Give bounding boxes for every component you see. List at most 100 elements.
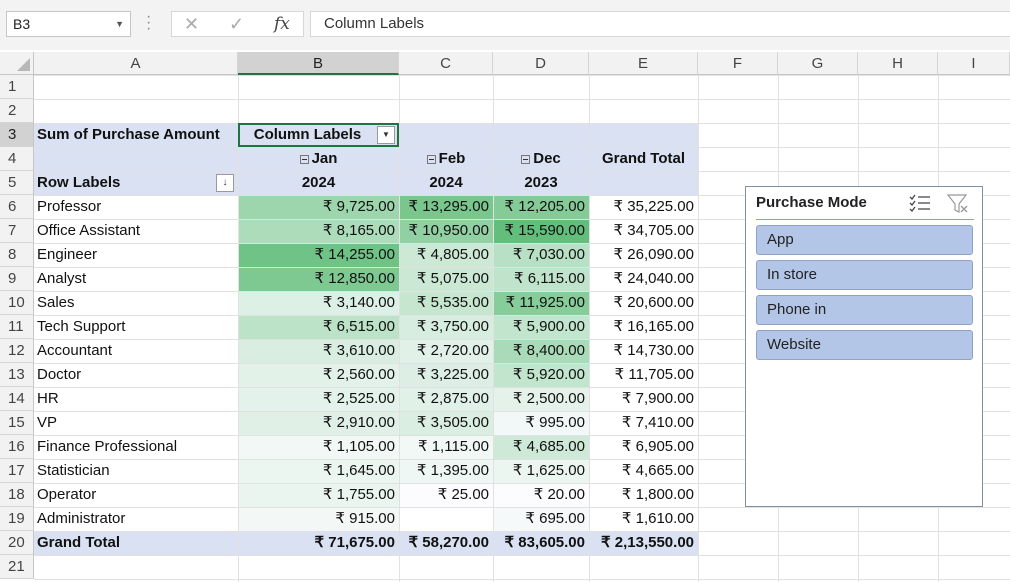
column-header-i[interactable]: I (938, 52, 1010, 75)
row-header-14[interactable]: 14 (0, 387, 34, 411)
row-label[interactable]: VP (34, 411, 238, 435)
row-header-15[interactable]: 15 (0, 411, 34, 435)
slicer-item-phone-in[interactable]: Phone in (756, 295, 973, 325)
clear-filter-icon[interactable] (946, 193, 970, 213)
row-label[interactable]: Engineer (34, 243, 238, 267)
value-cell[interactable]: ₹ 25.00 (399, 483, 493, 507)
grand-total-overall[interactable]: ₹ 2,13,550.00 (589, 531, 698, 555)
value-cell[interactable]: ₹ 995.00 (493, 411, 589, 435)
collapse-icon[interactable] (299, 154, 309, 164)
row-header-9[interactable]: 9 (0, 267, 34, 291)
value-cell[interactable]: ₹ 3,225.00 (399, 363, 493, 387)
value-cell[interactable]: ₹ 2,500.00 (493, 387, 589, 411)
value-cell[interactable]: ₹ 1,105.00 (238, 435, 399, 459)
row-header-21[interactable]: 21 (0, 555, 34, 579)
value-cell[interactable]: ₹ 915.00 (238, 507, 399, 531)
value-cell[interactable]: ₹ 2,720.00 (399, 339, 493, 363)
value-cell[interactable]: ₹ 1,115.00 (399, 435, 493, 459)
column-header-g[interactable]: G (778, 52, 858, 75)
row-header-19[interactable]: 19 (0, 507, 34, 531)
slicer-item-in-store[interactable]: In store (756, 260, 973, 290)
grand-total-cell[interactable]: ₹ 58,270.00 (399, 531, 493, 555)
row-header-11[interactable]: 11 (0, 315, 34, 339)
value-cell[interactable]: ₹ 11,925.00 (493, 291, 589, 315)
column-header-f[interactable]: F (698, 52, 778, 75)
row-label[interactable]: Analyst (34, 267, 238, 291)
collapse-icon[interactable] (426, 154, 436, 164)
row-header-10[interactable]: 10 (0, 291, 34, 315)
row-header-13[interactable]: 13 (0, 363, 34, 387)
value-cell[interactable]: ₹ 1,645.00 (238, 459, 399, 483)
value-cell[interactable]: ₹ 695.00 (493, 507, 589, 531)
row-total-cell[interactable]: ₹ 1,800.00 (589, 483, 698, 507)
chevron-down-icon[interactable]: ▼ (115, 12, 124, 36)
row-total-cell[interactable]: ₹ 1,610.00 (589, 507, 698, 531)
column-header-h[interactable]: H (858, 52, 938, 75)
value-cell[interactable]: ₹ 12,850.00 (238, 267, 399, 291)
row-total-cell[interactable]: ₹ 14,730.00 (589, 339, 698, 363)
grand-total-cell[interactable]: ₹ 71,675.00 (238, 531, 399, 555)
value-cell[interactable]: ₹ 3,140.00 (238, 291, 399, 315)
row-total-cell[interactable]: ₹ 35,225.00 (589, 195, 698, 219)
column-header-c[interactable]: C (399, 52, 493, 75)
row-label[interactable]: HR (34, 387, 238, 411)
value-cell[interactable]: ₹ 6,115.00 (493, 267, 589, 291)
row-header-6[interactable]: 6 (0, 195, 34, 219)
value-cell[interactable]: ₹ 12,205.00 (493, 195, 589, 219)
value-cell[interactable]: ₹ 2,525.00 (238, 387, 399, 411)
row-label[interactable]: Operator (34, 483, 238, 507)
cancel-icon[interactable]: ✕ (184, 14, 199, 35)
month-header-dec[interactable]: Dec (493, 147, 589, 171)
value-cell[interactable]: ₹ 14,255.00 (238, 243, 399, 267)
row-header-5[interactable]: 5 (0, 171, 34, 195)
row-label[interactable]: Finance Professional (34, 435, 238, 459)
row-total-cell[interactable]: ₹ 26,090.00 (589, 243, 698, 267)
row-total-cell[interactable]: ₹ 20,600.00 (589, 291, 698, 315)
multi-select-icon[interactable] (908, 193, 932, 213)
row-total-cell[interactable]: ₹ 16,165.00 (589, 315, 698, 339)
value-cell[interactable]: ₹ 5,900.00 (493, 315, 589, 339)
row-header-1[interactable]: 1 (0, 75, 34, 99)
column-header-d[interactable]: D (493, 52, 589, 75)
row-label[interactable]: Accountant (34, 339, 238, 363)
column-header-e[interactable]: E (589, 52, 698, 75)
value-cell[interactable] (399, 507, 493, 531)
row-label[interactable]: Statistician (34, 459, 238, 483)
value-cell[interactable]: ₹ 6,515.00 (238, 315, 399, 339)
value-cell[interactable]: ₹ 1,625.00 (493, 459, 589, 483)
row-header-20[interactable]: 20 (0, 531, 34, 555)
row-header-12[interactable]: 12 (0, 339, 34, 363)
row-label[interactable]: Tech Support (34, 315, 238, 339)
row-header-16[interactable]: 16 (0, 435, 34, 459)
row-total-cell[interactable]: ₹ 24,040.00 (589, 267, 698, 291)
value-cell[interactable]: ₹ 8,400.00 (493, 339, 589, 363)
value-cell[interactable]: ₹ 4,685.00 (493, 435, 589, 459)
formula-input[interactable]: Column Labels (310, 11, 1010, 37)
name-box[interactable]: B3 ▼ (6, 11, 131, 37)
value-cell[interactable]: ₹ 3,505.00 (399, 411, 493, 435)
row-total-cell[interactable]: ₹ 34,705.00 (589, 219, 698, 243)
value-cell[interactable]: ₹ 10,950.00 (399, 219, 493, 243)
row-total-cell[interactable]: ₹ 7,900.00 (589, 387, 698, 411)
column-header-a[interactable]: A (34, 52, 238, 75)
value-cell[interactable]: ₹ 3,750.00 (399, 315, 493, 339)
month-header-feb[interactable]: Feb (399, 147, 493, 171)
row-header-8[interactable]: 8 (0, 243, 34, 267)
value-cell[interactable]: ₹ 2,560.00 (238, 363, 399, 387)
row-label[interactable]: Sales (34, 291, 238, 315)
value-cell[interactable]: ₹ 8,165.00 (238, 219, 399, 243)
select-all-button[interactable] (0, 52, 34, 75)
row-header-7[interactable]: 7 (0, 219, 34, 243)
row-label[interactable]: Administrator (34, 507, 238, 531)
value-cell[interactable]: ₹ 7,030.00 (493, 243, 589, 267)
insert-function-icon[interactable]: fx (274, 14, 290, 34)
slicer-item-app[interactable]: App (756, 225, 973, 255)
collapse-icon[interactable] (521, 154, 531, 164)
value-cell[interactable]: ₹ 9,725.00 (238, 195, 399, 219)
slicer-item-website[interactable]: Website (756, 330, 973, 360)
row-total-cell[interactable]: ₹ 11,705.00 (589, 363, 698, 387)
row-total-cell[interactable]: ₹ 4,665.00 (589, 459, 698, 483)
value-cell[interactable]: ₹ 4,805.00 (399, 243, 493, 267)
grand-total-cell[interactable]: ₹ 83,605.00 (493, 531, 589, 555)
value-cell[interactable]: ₹ 1,395.00 (399, 459, 493, 483)
